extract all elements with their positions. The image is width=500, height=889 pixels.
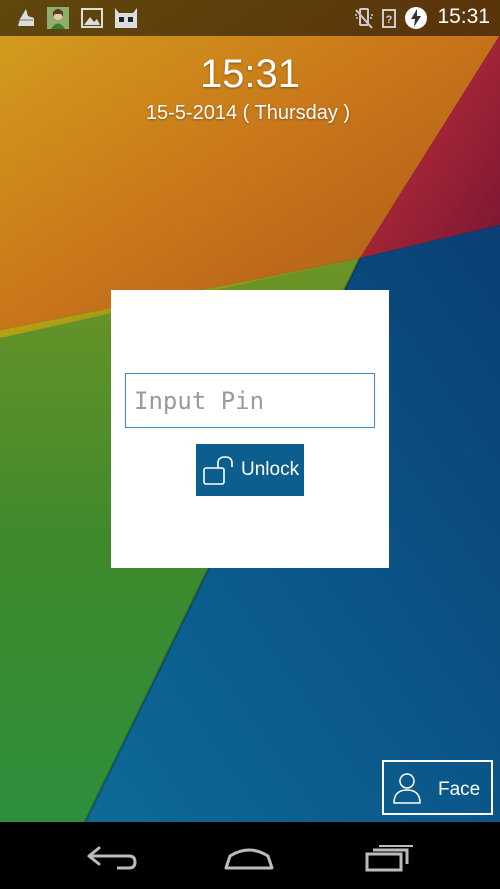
muted-icon bbox=[355, 8, 373, 29]
status-bar-time: 15:31 bbox=[437, 5, 490, 28]
back-icon[interactable] bbox=[77, 834, 147, 878]
no-signal-icon: ? bbox=[382, 9, 396, 28]
navigation-bar bbox=[0, 822, 500, 889]
pin-lock-panel: Unlock bbox=[111, 290, 389, 568]
person-icon bbox=[393, 773, 421, 804]
svg-text:?: ? bbox=[386, 14, 393, 26]
contact-photo-icon bbox=[47, 7, 69, 29]
recents-icon[interactable] bbox=[355, 834, 425, 878]
unlock-icon bbox=[203, 456, 233, 485]
lockscreen-clock: 15:31 bbox=[199, 52, 301, 96]
unlock-button[interactable]: Unlock bbox=[196, 444, 304, 496]
lock-screen: ? 15:31 15:31 15-5-2014 ( Thursday ) Unl… bbox=[0, 0, 500, 889]
face-button-label: Face bbox=[438, 779, 481, 800]
cyanogen-mascot-icon bbox=[115, 8, 137, 28]
cleaner-icon bbox=[18, 9, 34, 26]
status-bar: ? 15:31 bbox=[0, 0, 500, 36]
unlock-label: Unlock bbox=[241, 459, 300, 480]
home-icon[interactable] bbox=[214, 834, 284, 878]
charging-icon bbox=[405, 7, 427, 29]
lockscreen-date: 15-5-2014 ( Thursday ) bbox=[145, 102, 351, 124]
pin-input[interactable] bbox=[125, 373, 375, 428]
image-icon bbox=[81, 8, 103, 28]
face-unlock-button[interactable]: Face bbox=[382, 760, 493, 815]
